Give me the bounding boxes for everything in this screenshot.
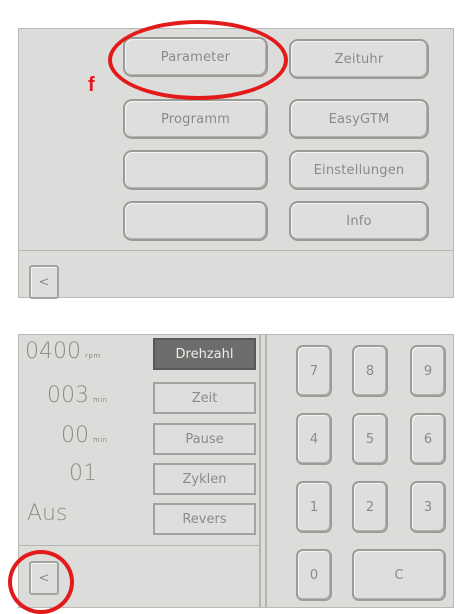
annotation-letter: f: [88, 74, 95, 96]
key-2[interactable]: 2: [352, 481, 388, 533]
drehzahl-number: 0400: [25, 339, 81, 364]
info-button[interactable]: Info: [289, 201, 429, 241]
tab-revers[interactable]: Revers: [153, 503, 256, 535]
tab-zyklen[interactable]: Zyklen: [153, 463, 256, 495]
empty-menu-button-2[interactable]: [123, 201, 268, 241]
zyklen-value: 01: [69, 461, 97, 486]
pause-unit: min: [93, 436, 108, 444]
revers-value: Aus: [27, 501, 67, 526]
pause-value: 00 min: [61, 423, 108, 448]
tab-zeit[interactable]: Zeit: [153, 382, 256, 414]
key-7[interactable]: 7: [296, 345, 332, 397]
key-1[interactable]: 1: [296, 481, 332, 533]
footer-divider: [19, 545, 259, 546]
key-clear[interactable]: C: [352, 549, 446, 601]
back-button[interactable]: <: [29, 265, 59, 299]
drehzahl-unit: rpm: [85, 352, 101, 360]
annotation-oval-parameter: [108, 20, 288, 100]
key-6[interactable]: 6: [410, 413, 446, 465]
zyklen-number: 01: [69, 461, 97, 486]
programm-button[interactable]: Programm: [123, 99, 268, 139]
pause-number: 00: [61, 423, 89, 448]
key-4[interactable]: 4: [296, 413, 332, 465]
key-0[interactable]: 0: [296, 549, 332, 601]
zeit-number: 003: [47, 383, 89, 408]
revers-number: Aus: [27, 501, 68, 526]
einstellungen-button[interactable]: Einstellungen: [289, 150, 429, 190]
key-8[interactable]: 8: [352, 345, 388, 397]
footer-divider: [19, 250, 453, 251]
tab-pause[interactable]: Pause: [153, 423, 256, 455]
tab-drehzahl[interactable]: Drehzahl: [153, 338, 256, 370]
zeituhr-button[interactable]: Zeituhr: [289, 39, 429, 79]
annotation-oval-back: [8, 550, 74, 614]
easygtm-button[interactable]: EasyGTM: [289, 99, 429, 139]
zeit-value: 003 min: [47, 383, 108, 408]
parameter-screen: 0400 rpm 003 min 00 min 01 Aus Drehzahl Zei…: [18, 334, 454, 608]
key-5[interactable]: 5: [352, 413, 388, 465]
key-9[interactable]: 9: [410, 345, 446, 397]
drehzahl-value: 0400 rpm: [25, 339, 101, 364]
zeit-unit: min: [93, 396, 108, 404]
divider-left: [259, 335, 261, 607]
empty-menu-button-1[interactable]: [123, 150, 268, 190]
divider-right: [265, 335, 267, 607]
key-3[interactable]: 3: [410, 481, 446, 533]
